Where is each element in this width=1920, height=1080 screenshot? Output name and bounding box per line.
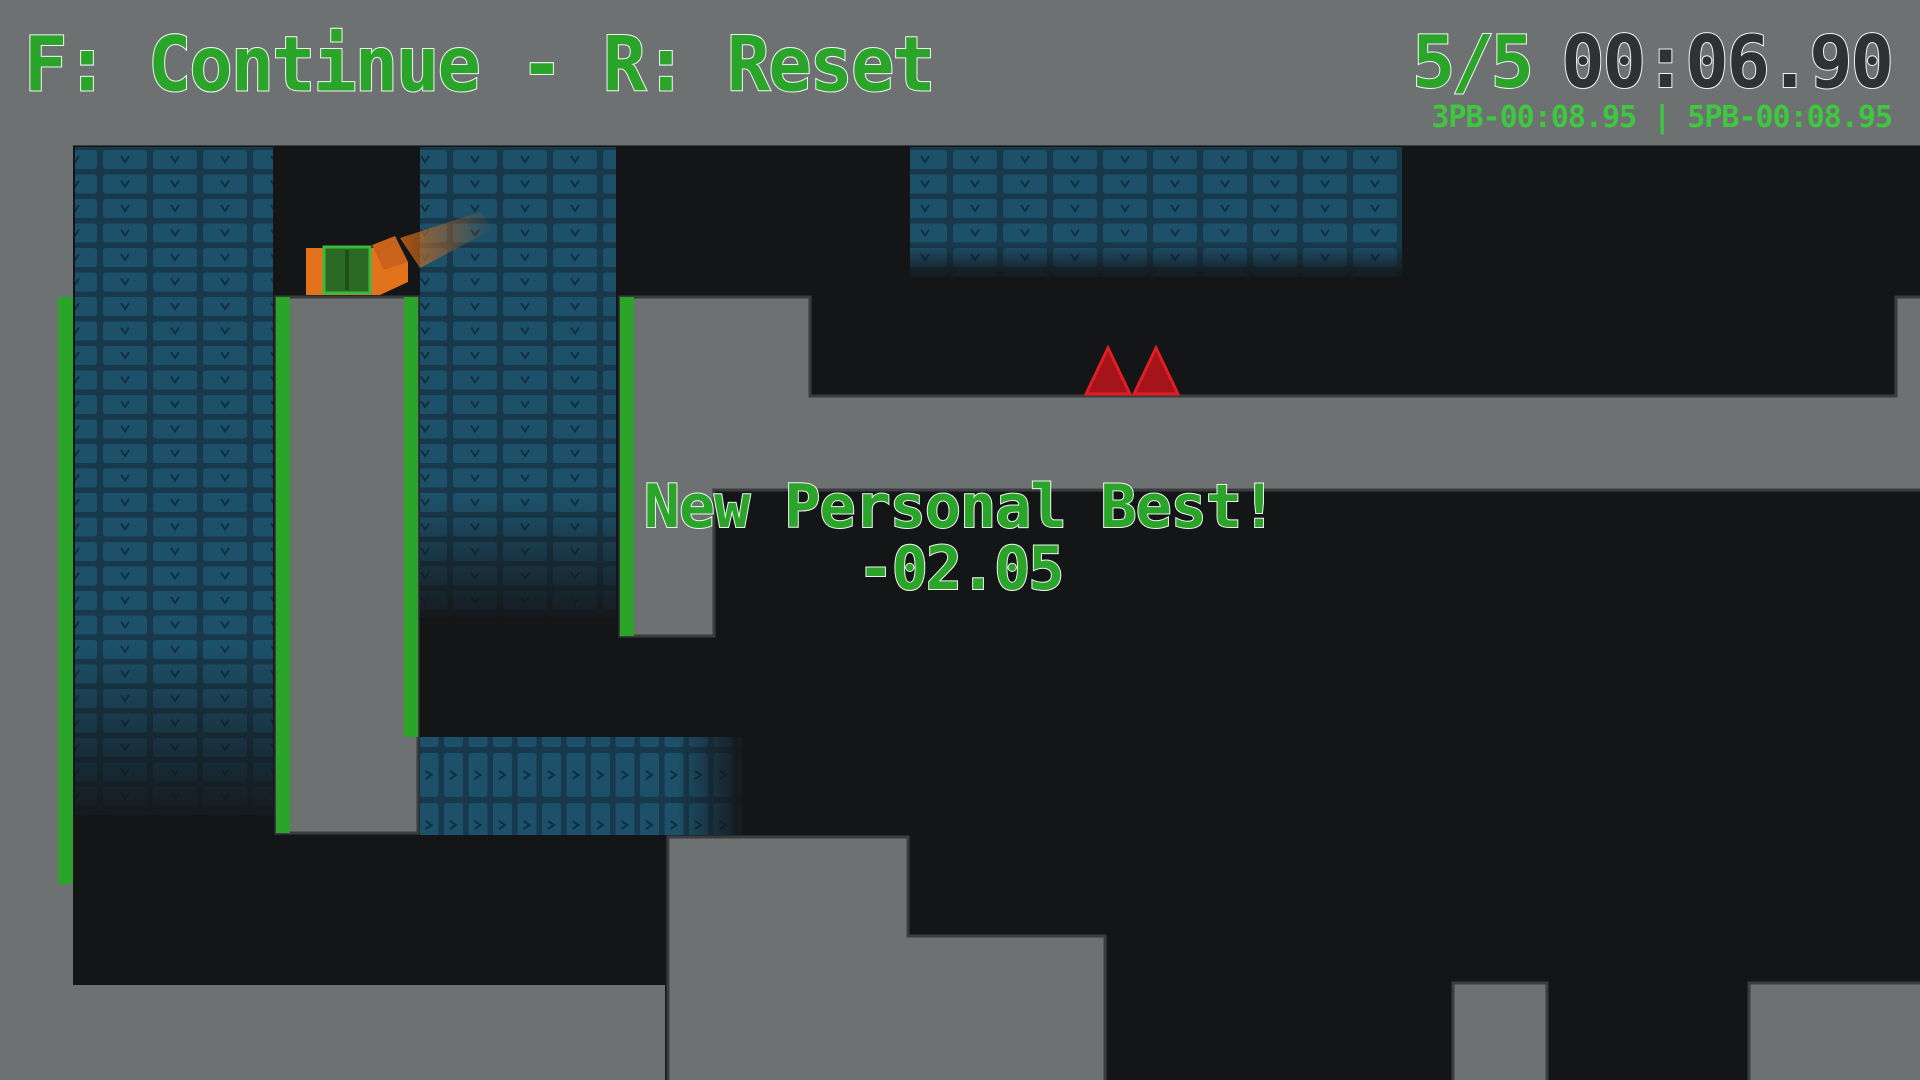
run-timer: 00:06.90	[1560, 19, 1895, 105]
controls-hint: F: Continue - R: Reset	[23, 19, 937, 109]
personal-best-delta: -02.05	[857, 533, 1066, 605]
floor-block-a	[1451, 981, 1549, 1080]
level-counter: 5/5	[1411, 19, 1535, 105]
personal-best-banner-title: New Personal Best!	[643, 471, 1278, 543]
personal-best-times: 3PB-00:08.95 | 5PB-00:08.95	[1431, 100, 1893, 135]
floor-block-b	[1747, 981, 1920, 1080]
